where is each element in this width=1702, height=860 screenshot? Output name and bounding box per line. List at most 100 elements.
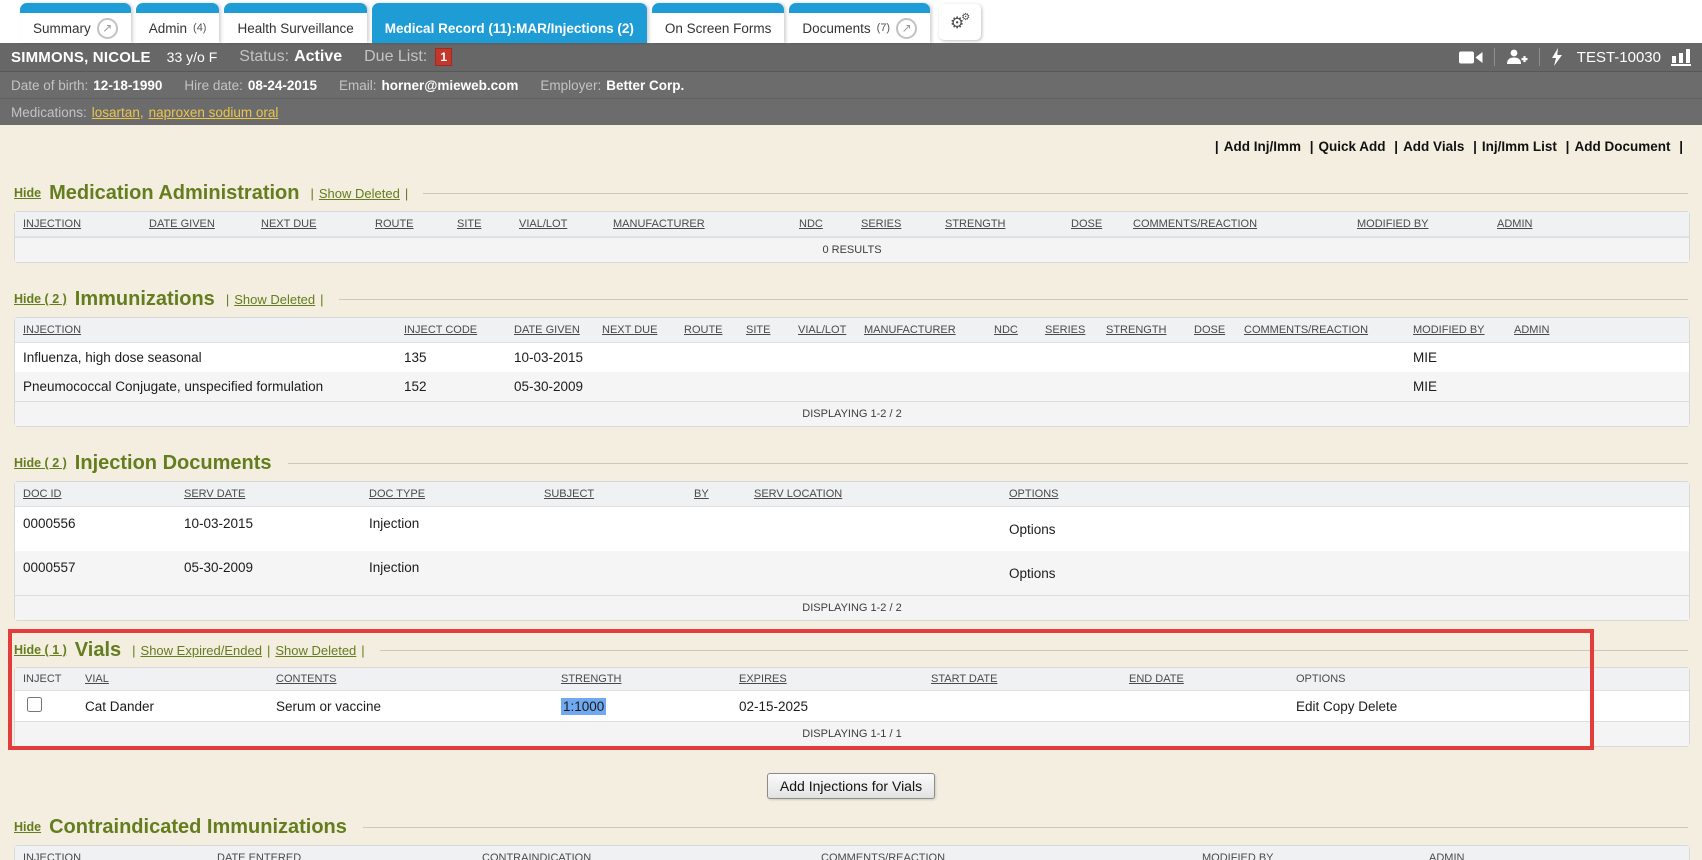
column-header[interactable]: DOC TYPE — [361, 482, 536, 507]
column-header[interactable]: VIAL/LOT — [511, 212, 605, 237]
column-header[interactable]: ROUTE — [367, 212, 449, 237]
column-header[interactable]: COMMENTS/REACTION — [1125, 212, 1349, 237]
column-header[interactable]: DATE GIVEN — [141, 212, 253, 237]
inj-imm-list-link[interactable]: Inj/Imm List — [1482, 139, 1557, 154]
section-rule — [363, 827, 1688, 828]
column-header[interactable]: START DATE — [923, 668, 1121, 691]
column-header[interactable]: DATE ENTERED — [209, 846, 474, 860]
tab-admin[interactable]: Admin (4) — [136, 3, 220, 43]
cell-start-date — [923, 691, 1121, 721]
tab-summary[interactable]: Summary ↗ — [20, 3, 131, 43]
immunizations-table: INJECTION INJECT CODE DATE GIVEN NEXT DU… — [14, 317, 1690, 427]
column-header[interactable]: STRENGTH — [553, 668, 731, 691]
column-header[interactable]: INJECTION — [15, 212, 141, 237]
column-header[interactable]: EXPIRES — [731, 668, 923, 691]
column-header[interactable]: SERV LOCATION — [746, 482, 1001, 507]
column-header[interactable]: NEXT DUE — [253, 212, 367, 237]
tab-on-screen-forms[interactable]: On Screen Forms — [652, 3, 785, 43]
section-title: Injection Documents — [75, 452, 272, 475]
column-header[interactable]: SERV DATE — [176, 482, 361, 507]
hide-link[interactable]: Hide ( 2 ) — [14, 456, 67, 470]
column-header[interactable]: MODIFIED BY — [1194, 846, 1421, 860]
column-header[interactable]: SITE — [449, 212, 511, 237]
column-header[interactable]: SERIES — [1037, 318, 1098, 343]
show-expired-ended-link[interactable]: Show Expired/Ended — [141, 643, 262, 658]
tab-documents[interactable]: Documents (7) ↗ — [789, 3, 930, 43]
column-header[interactable]: NEXT DUE — [594, 318, 676, 343]
cell-inject-code: 152 — [396, 372, 506, 401]
hide-link[interactable]: Hide — [14, 820, 41, 834]
column-header[interactable]: STRENGTH — [937, 212, 1063, 237]
options-menu-link[interactable]: Options — [1001, 551, 1689, 595]
table-footer-row: DISPLAYING 1-2 / 2 — [15, 401, 1689, 426]
jump-arrow-icon[interactable]: ↗ — [97, 18, 118, 39]
medications-row: Medications: losartan, naproxen sodium o… — [11, 105, 278, 120]
column-header[interactable]: STRENGTH — [1098, 318, 1186, 343]
medication-link-losartan[interactable]: losartan — [92, 105, 140, 120]
column-header[interactable]: SITE — [738, 318, 790, 343]
column-header[interactable]: NDC — [791, 212, 853, 237]
hide-link[interactable]: Hide — [14, 186, 41, 200]
add-vials-link[interactable]: Add Vials — [1403, 139, 1464, 154]
inject-checkbox[interactable] — [27, 697, 42, 712]
column-header[interactable]: SUBJECT — [536, 482, 686, 507]
column-header[interactable]: OPTIONS — [1001, 482, 1689, 507]
medication-link-naproxen[interactable]: naproxen sodium oral — [149, 105, 279, 120]
column-header[interactable]: END DATE — [1121, 668, 1288, 691]
column-header[interactable]: MANUFACTURER — [605, 212, 791, 237]
quick-add-link[interactable]: Quick Add — [1319, 139, 1386, 154]
column-header[interactable]: MODIFIED BY — [1405, 318, 1506, 343]
add-inj-imm-link[interactable]: Add Inj/Imm — [1224, 139, 1301, 154]
column-header[interactable]: DOC ID — [15, 482, 176, 507]
cell-injection: Pneumococcal Conjugate, unspecified form… — [15, 372, 396, 401]
tab-medical-record[interactable]: Medical Record (11):MAR/Injections (2) — [372, 3, 647, 43]
tab-label: Medical Record (11):MAR/Injections (2) — [385, 21, 634, 36]
show-deleted-link[interactable]: Show Deleted — [275, 643, 356, 658]
column-header[interactable]: DOSE — [1186, 318, 1236, 343]
column-header[interactable]: DATE GIVEN — [506, 318, 594, 343]
column-header[interactable]: CONTRAINDICATION — [474, 846, 813, 860]
video-camera-icon[interactable] — [1459, 50, 1483, 65]
divider — [1494, 48, 1495, 66]
show-deleted-link[interactable]: Show Deleted — [234, 292, 315, 307]
column-header[interactable]: DOSE — [1063, 212, 1125, 237]
vials-button-row: Add Injections for Vials — [14, 773, 1688, 799]
column-header[interactable]: ROUTE — [676, 318, 738, 343]
column-header: OPTIONS — [1288, 668, 1689, 691]
document-row: 0000557 05-30-2009 Injection Options — [15, 551, 1689, 595]
add-injections-for-vials-button[interactable]: Add Injections for Vials — [767, 773, 935, 799]
column-header[interactable]: BY — [686, 482, 746, 507]
cell-inject-code: 135 — [396, 343, 506, 372]
show-deleted-link[interactable]: Show Deleted — [319, 186, 400, 201]
column-header[interactable]: MANUFACTURER — [856, 318, 986, 343]
vial-options-links[interactable]: Edit Copy Delete — [1288, 691, 1689, 721]
column-header[interactable]: ADMIN — [1506, 318, 1689, 343]
injection-documents-table: DOC ID SERV DATE DOC TYPE SUBJECT BY SER… — [14, 481, 1690, 621]
selected-strength-text: 1:1000 — [561, 698, 606, 715]
hide-link[interactable]: Hide ( 1 ) — [14, 643, 67, 657]
due-list-badge[interactable]: 1 — [435, 48, 452, 66]
column-header[interactable]: INJECT CODE — [396, 318, 506, 343]
bar-chart-icon[interactable] — [1671, 49, 1691, 66]
options-menu-link[interactable]: Options — [1001, 507, 1689, 551]
column-header[interactable]: VIAL/LOT — [790, 318, 856, 343]
column-header[interactable]: VIAL — [77, 668, 268, 691]
column-header[interactable]: MODIFIED BY — [1349, 212, 1489, 237]
column-header[interactable]: CONTENTS — [268, 668, 553, 691]
jump-arrow-icon[interactable]: ↗ — [896, 18, 917, 39]
lightning-bolt-icon[interactable] — [1551, 48, 1563, 66]
hide-link[interactable]: Hide ( 2 ) — [14, 292, 67, 306]
tab-health-surveillance[interactable]: Health Surveillance — [224, 3, 366, 43]
column-header[interactable]: ADMIN — [1421, 846, 1689, 860]
settings-gears-button[interactable]: ⚙ ⚙ — [939, 4, 981, 40]
column-header[interactable]: SERIES — [853, 212, 937, 237]
column-header[interactable]: NDC — [986, 318, 1037, 343]
column-header[interactable]: COMMENTS/REACTION — [813, 846, 1194, 860]
column-header[interactable]: INJECTION — [15, 846, 209, 860]
column-header[interactable]: INJECTION — [15, 318, 396, 343]
column-header[interactable]: ADMIN — [1489, 212, 1689, 237]
add-document-link[interactable]: Add Document — [1574, 139, 1670, 154]
cell-vial: Cat Dander — [77, 691, 268, 721]
column-header[interactable]: COMMENTS/REACTION — [1236, 318, 1405, 343]
add-person-icon[interactable] — [1506, 49, 1528, 65]
